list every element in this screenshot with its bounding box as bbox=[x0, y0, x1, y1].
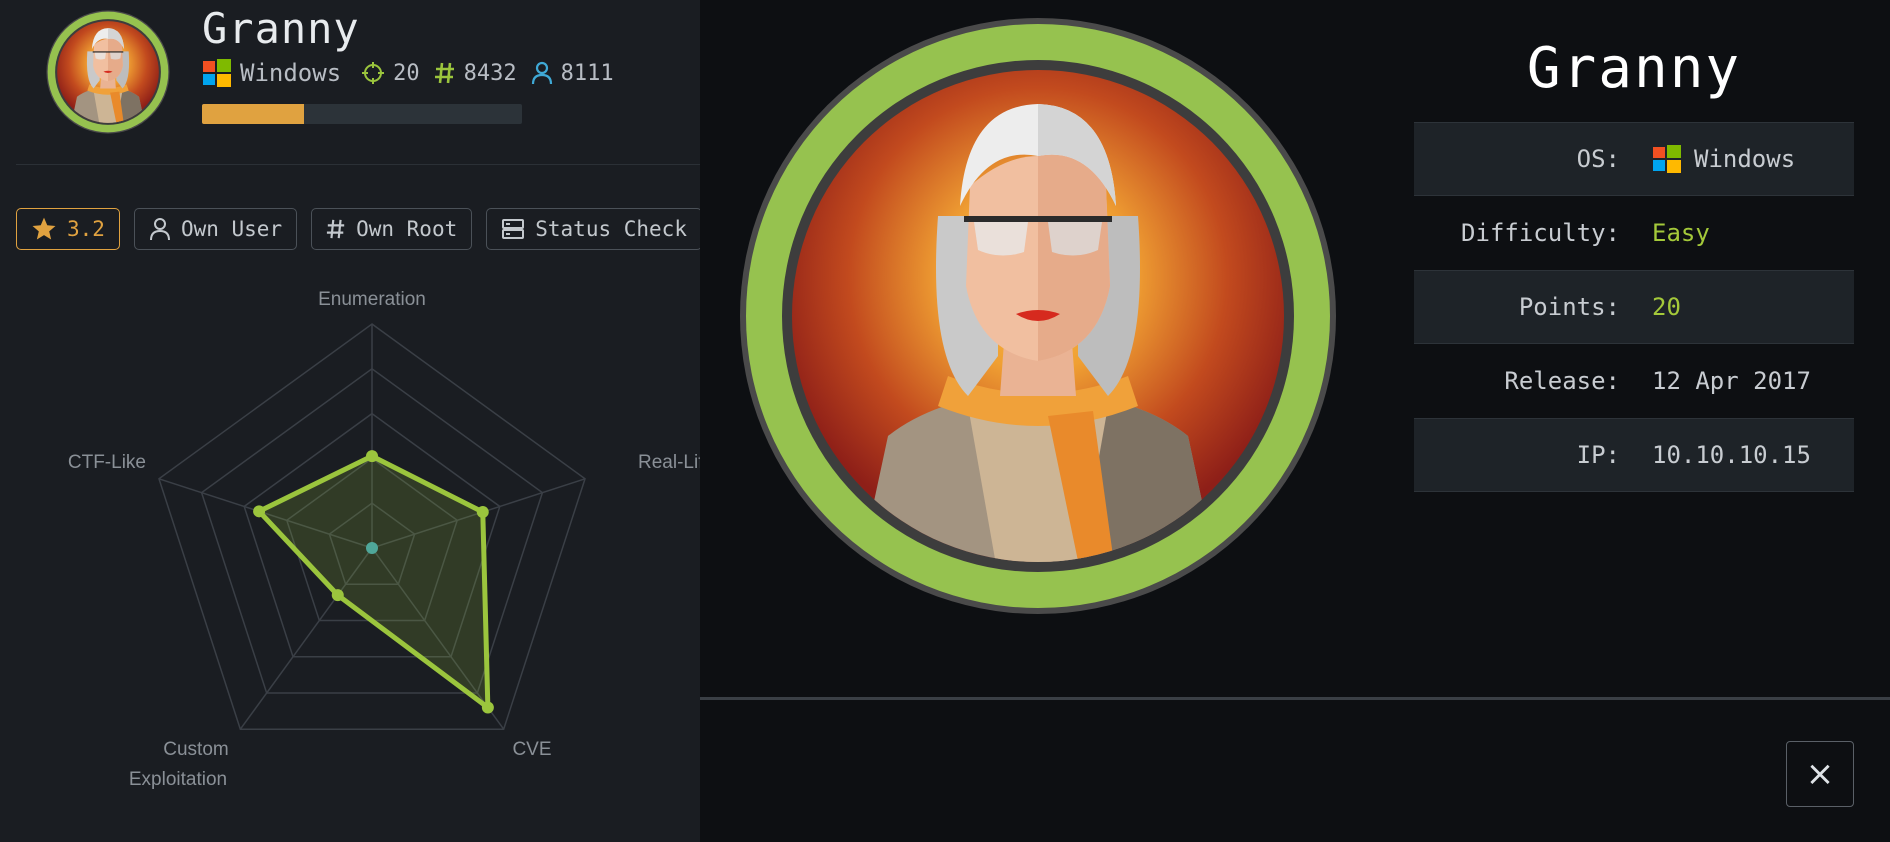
user-icon bbox=[531, 61, 553, 85]
action-buttons: 3.2 Own User Own Root Status Check bbox=[16, 208, 700, 250]
info-row-ip: IP: 10.10.10.15 bbox=[1414, 418, 1854, 492]
info-label-points: Points: bbox=[1518, 293, 1620, 321]
machine-points: 20 bbox=[393, 60, 420, 86]
radar-point-custom-exploitation bbox=[331, 589, 344, 602]
info-row-os: OS: Windows bbox=[1414, 122, 1854, 196]
info-row-difficulty: Difficulty: Easy bbox=[1414, 196, 1854, 270]
star-icon bbox=[32, 217, 56, 240]
radar-point-cve bbox=[481, 701, 494, 714]
info-label-ip: IP: bbox=[1576, 441, 1620, 469]
radar-label-ctf-like: CTF-Like bbox=[68, 452, 146, 473]
close-icon: × bbox=[1805, 754, 1835, 794]
machine-name: Granny bbox=[202, 4, 360, 53]
own-user-label: Own User bbox=[180, 217, 283, 241]
info-value-ip: 10.10.10.15 bbox=[1652, 441, 1811, 469]
machine-info-table: OS: Windows Difficulty: Easy Points: 20 … bbox=[1414, 122, 1854, 492]
machine-meta: Windows 20 8432 8111 bbox=[202, 58, 614, 88]
info-value-difficulty: Easy bbox=[1652, 219, 1710, 247]
info-value-os-text: Windows bbox=[1694, 145, 1796, 173]
windows-logo-icon bbox=[202, 58, 232, 88]
divider bbox=[16, 164, 700, 165]
info-value-points: 20 bbox=[1652, 293, 1681, 321]
rating-value: 3.2 bbox=[67, 217, 105, 241]
radar-point-real-life bbox=[476, 506, 489, 519]
radar-chart: Enumeration Real-Life CVE Custom Exploit… bbox=[68, 289, 700, 790]
root-owns-count: 8432 bbox=[463, 60, 517, 86]
own-root-button[interactable]: Own Root bbox=[311, 208, 473, 250]
status-check-label: Status Check bbox=[535, 217, 687, 241]
info-row-points: Points: 20 bbox=[1414, 270, 1854, 344]
info-row-release: Release: 12 Apr 2017 bbox=[1414, 344, 1854, 418]
own-root-label: Own Root bbox=[356, 217, 458, 241]
radar-label-custom-2: Exploitation bbox=[129, 769, 227, 790]
radar-label-enumeration: Enumeration bbox=[318, 289, 426, 310]
hash-icon bbox=[434, 61, 456, 85]
close-button[interactable]: × bbox=[1786, 741, 1854, 807]
detail-title: Granny bbox=[1526, 36, 1742, 101]
windows-logo-icon bbox=[1653, 145, 1681, 173]
machine-avatar-large bbox=[738, 16, 1338, 616]
radar-label-cve: CVE bbox=[512, 739, 551, 760]
radar-center-dot bbox=[366, 542, 378, 554]
machine-avatar bbox=[46, 10, 170, 134]
own-user-button[interactable]: Own User bbox=[133, 208, 298, 250]
server-icon bbox=[502, 219, 525, 239]
rating-button[interactable]: 3.2 bbox=[16, 208, 120, 250]
info-label-os: OS: bbox=[1576, 145, 1620, 173]
radar-point-ctf-like bbox=[253, 505, 266, 518]
info-value-release: 12 Apr 2017 bbox=[1652, 367, 1811, 395]
modal-footer-divider bbox=[700, 697, 1890, 700]
hash-icon bbox=[327, 219, 345, 239]
radar-label-real-life: Real-Life bbox=[638, 452, 700, 473]
radar-point-enumeration bbox=[366, 450, 378, 463]
info-label-release: Release: bbox=[1504, 367, 1620, 395]
status-check-button[interactable]: Status Check bbox=[486, 208, 700, 250]
crosshair-icon bbox=[361, 61, 385, 85]
user-owns-count: 8111 bbox=[560, 60, 614, 86]
machine-summary-panel: Granny Windows 20 8432 8111 3.2 Own User… bbox=[0, 0, 700, 842]
owned-progress-fill bbox=[202, 104, 305, 124]
info-value-os: Windows bbox=[1652, 144, 1795, 174]
radar-label-custom-1: Custom bbox=[163, 739, 228, 760]
user-icon bbox=[149, 218, 170, 241]
owned-progress-bar bbox=[202, 104, 522, 124]
radar-series-area bbox=[256, 453, 491, 710]
info-label-difficulty: Difficulty: bbox=[1461, 219, 1620, 247]
os-name: Windows bbox=[240, 59, 342, 87]
